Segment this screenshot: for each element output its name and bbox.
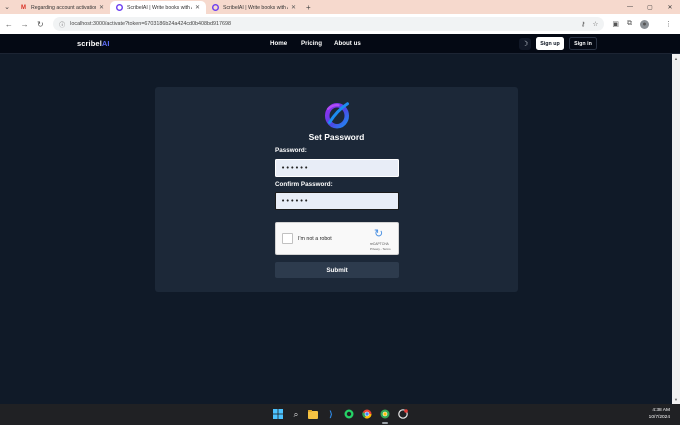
windows-start-icon[interactable] bbox=[272, 408, 284, 420]
extensions-icon[interactable]: ⧉ bbox=[627, 20, 632, 28]
chrome-menu-icon[interactable]: ⋮ bbox=[665, 20, 672, 28]
confirm-password-input[interactable] bbox=[275, 192, 399, 210]
nav-pricing[interactable]: Pricing bbox=[301, 40, 322, 47]
sign-up-button[interactable]: Sign up bbox=[536, 37, 564, 50]
vscode-icon[interactable]: ⟩ bbox=[325, 408, 337, 420]
confirm-password-label: Confirm Password: bbox=[275, 181, 333, 188]
window-controls: — ▢ ✕ bbox=[620, 0, 680, 14]
tab-search-icon[interactable]: ⌄ bbox=[0, 0, 14, 14]
browser-tab-scribel-active[interactable]: ScribelAI | Write books with AI ✕ bbox=[110, 1, 206, 14]
bookmark-star-icon[interactable]: ☆ bbox=[593, 20, 599, 28]
submit-button[interactable]: Submit bbox=[275, 262, 399, 278]
close-tab-icon[interactable]: ✕ bbox=[99, 4, 104, 11]
new-tab-icon[interactable]: + bbox=[306, 1, 311, 14]
tab-title: ScribelAI | Write books with AI bbox=[223, 4, 288, 11]
url-text: localhost:3000/activate?token=6703186b24… bbox=[70, 21, 231, 27]
browser-toolbar: ← → ↻ ⓘ localhost:3000/activate?token=67… bbox=[0, 14, 680, 34]
clock-time: 4:38 AM bbox=[652, 408, 670, 413]
browser-tab-scribel[interactable]: ScribelAI | Write books with AI ✕ bbox=[206, 1, 302, 14]
sign-in-button[interactable]: Sign in bbox=[569, 37, 597, 50]
recaptcha-brand: reCAPTCHA bbox=[370, 242, 389, 246]
active-app-indicator bbox=[382, 422, 388, 424]
nav-home[interactable]: Home bbox=[270, 40, 287, 47]
file-explorer-icon[interactable] bbox=[307, 408, 319, 420]
browser-tab-strip: ⌄ M Regarding account activation - ✕ Scr… bbox=[0, 0, 680, 14]
recaptcha-label: I'm not a robot bbox=[298, 236, 332, 242]
recaptcha-privacy-terms-link[interactable]: Privacy - Terms bbox=[370, 247, 391, 251]
scroll-up-icon[interactable]: ▲ bbox=[674, 56, 678, 61]
profile-avatar[interactable]: ● bbox=[639, 19, 649, 29]
logo-accent: AI bbox=[101, 39, 110, 48]
scribel-icon bbox=[212, 4, 219, 11]
forward-icon[interactable]: → bbox=[18, 17, 32, 31]
app-badge-icon[interactable] bbox=[397, 408, 409, 420]
recaptcha-checkbox[interactable] bbox=[282, 233, 293, 244]
close-tab-icon[interactable]: ✕ bbox=[291, 4, 296, 11]
recaptcha-widget: I'm not a robot ↻ reCAPTCHA Privacy - Te… bbox=[275, 222, 399, 255]
tab-title: ScribelAI | Write books with AI bbox=[127, 4, 192, 11]
browser-tab-gmail[interactable]: M Regarding account activation - ✕ bbox=[14, 1, 110, 14]
scribel-logo-icon bbox=[325, 102, 349, 129]
sidebar-icon[interactable]: ▣ bbox=[612, 20, 619, 28]
nav-about-us[interactable]: About us bbox=[334, 40, 361, 47]
tab-title: Regarding account activation - bbox=[31, 4, 96, 11]
maximize-icon[interactable]: ▢ bbox=[640, 0, 660, 14]
clock-date: 10/7/2024 bbox=[648, 414, 670, 420]
close-tab-icon[interactable]: ✕ bbox=[195, 4, 200, 11]
site-logo[interactable]: scribelAI bbox=[77, 39, 110, 48]
close-window-icon[interactable]: ✕ bbox=[660, 0, 680, 14]
chrome-profile-icon[interactable] bbox=[379, 408, 391, 420]
site-info-icon[interactable]: ⓘ bbox=[59, 20, 65, 29]
password-key-icon[interactable]: ⚷ bbox=[581, 20, 586, 28]
toolbar-right-icons: ▣ ⧉ ● ⋮ bbox=[612, 19, 680, 29]
page-scrollbar[interactable]: ▲ ▼ bbox=[672, 54, 680, 404]
logo-main: scribel bbox=[77, 39, 102, 48]
chrome-icon[interactable] bbox=[361, 408, 373, 420]
os-taskbar: ⌕ ⟩ 4:38 AM 10/7/2024 bbox=[0, 404, 680, 425]
password-label: Password: bbox=[275, 147, 307, 154]
whatsapp-icon[interactable] bbox=[343, 408, 355, 420]
page-title: Set Password bbox=[308, 132, 365, 142]
minimize-icon[interactable]: — bbox=[620, 0, 640, 14]
recaptcha-logo-icon: ↻ bbox=[374, 228, 384, 240]
back-icon[interactable]: ← bbox=[2, 17, 16, 31]
search-icon[interactable]: ⌕ bbox=[290, 408, 302, 420]
address-bar[interactable]: ⓘ localhost:3000/activate?token=6703186b… bbox=[53, 17, 605, 31]
reload-icon[interactable]: ↻ bbox=[33, 17, 47, 31]
site-header: scribelAI Home Pricing About us ☽ Sign u… bbox=[0, 34, 680, 54]
password-input[interactable] bbox=[275, 159, 399, 177]
set-password-card: Set Password Password: Confirm Password:… bbox=[155, 87, 518, 292]
gmail-icon: M bbox=[21, 4, 26, 11]
scroll-down-icon[interactable]: ▼ bbox=[674, 397, 678, 402]
scribel-icon bbox=[116, 4, 123, 11]
theme-toggle-icon[interactable]: ☽ bbox=[519, 38, 531, 50]
system-clock[interactable]: 4:38 AM 10/7/2024 bbox=[649, 408, 670, 421]
